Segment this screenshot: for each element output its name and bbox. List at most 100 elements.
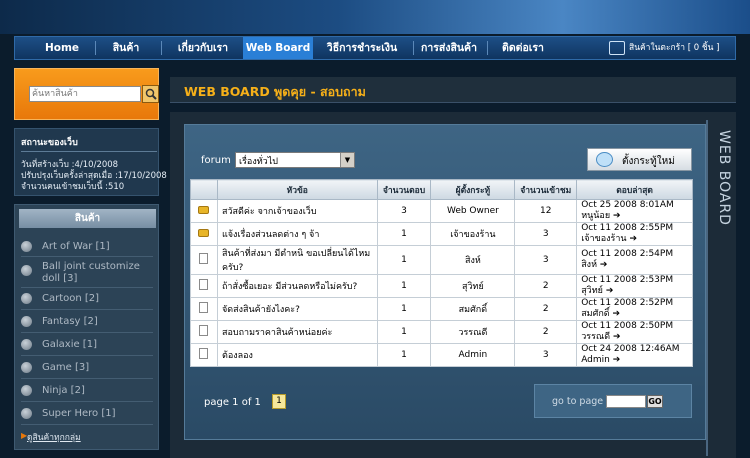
forum-label: forum :	[201, 155, 238, 166]
row-icon-cell	[190, 199, 218, 223]
nav-about[interactable]: เกี่ยวกับเรา	[167, 37, 239, 59]
last-reply-date: Oct 11 2008 2:52PM	[581, 298, 674, 308]
last-reply-user: วรรณดี	[581, 332, 611, 342]
new-topic-button[interactable]: ตั้งกระทู้ใหม่	[587, 148, 692, 171]
category-item[interactable]: Ninja [2]	[42, 385, 154, 397]
all-categories-link[interactable]: ดูสินค้าทุกกลุ่ม	[27, 430, 81, 444]
last-reply-date: Oct 11 2008 2:50PM	[581, 321, 674, 331]
cart-icon[interactable]	[609, 41, 625, 55]
bullet-icon	[21, 316, 32, 327]
bullet-icon	[21, 408, 32, 419]
goto-post-icon[interactable]: ➔	[613, 309, 621, 319]
reply-count: 1	[376, 320, 432, 344]
topic-link[interactable]: ต้องลอง	[216, 343, 378, 367]
icon-column-header	[190, 179, 218, 200]
row-icon-cell	[190, 245, 218, 275]
last-reply-user: เจ้าของร้าน	[581, 234, 627, 244]
goto-post-icon[interactable]: ➔	[600, 260, 608, 270]
category-item[interactable]: Galaxie [1]	[42, 339, 154, 351]
topic-link[interactable]: ถ้าสั่งซื้อเยอะ มีส่วนลดหรือไม่ครับ?	[216, 274, 378, 298]
nav-divider	[487, 41, 488, 55]
category-item[interactable]: Super Hero [1]	[42, 408, 154, 420]
speech-bubble-icon	[596, 152, 613, 167]
goto-post-icon[interactable]: ➔	[629, 234, 637, 244]
table-row[interactable]: สินค้าที่ส่งมา มีตำหนิ ขอเปลี่ยนได้ไหมคร…	[190, 245, 693, 275]
document-icon	[199, 325, 209, 336]
column-header: ผู้ตั้งกระทู้	[430, 179, 516, 200]
table-row[interactable]: สวัสดีค่ะ จากเจ้าของเว็บ 3 Web Owner 12 Oct …	[190, 199, 693, 223]
goto-page-input[interactable]	[606, 395, 646, 408]
table-row[interactable]: ถ้าสั่งซื้อเยอะ มีส่วนลดหรือไม่ครับ? 1 สุว…	[190, 274, 693, 298]
goto-post-icon[interactable]: ➔	[613, 332, 621, 342]
view-count: 3	[514, 222, 578, 246]
side-label: WEB BOARD	[716, 130, 732, 226]
goto-post-icon[interactable]: ➔	[613, 211, 621, 221]
bullet-icon	[21, 362, 32, 373]
topic-link[interactable]: แจ้งเรื่องส่วนลดต่าง ๆ จ้า	[216, 222, 378, 246]
header-banner	[0, 0, 750, 34]
divider	[21, 355, 153, 356]
cart-status[interactable]: สินค้าในตะกร้า [ 0 ชิ้น ]	[629, 37, 719, 59]
reply-count: 1	[376, 245, 432, 275]
bullet-icon	[21, 265, 32, 276]
nav-webboard[interactable]: Web Board	[243, 37, 313, 59]
topic-link[interactable]: สวัสดีค่ะ จากเจ้าของเว็บ	[216, 199, 378, 223]
divider	[21, 332, 153, 333]
category-item[interactable]: Ball joint customize doll [3]	[42, 261, 154, 285]
last-reply-user: สุวิทย์	[581, 286, 603, 296]
view-count: 2	[514, 274, 578, 298]
search-button[interactable]	[142, 85, 159, 103]
go-button[interactable]: GO	[647, 395, 663, 408]
table-row[interactable]: จัดส่งสินค้ายังไงคะ? 1 สมศักดิ์ 2 Oct 11 200…	[190, 297, 693, 321]
row-icon-cell	[190, 343, 218, 367]
author-name: วรรณดี	[430, 320, 516, 344]
category-item[interactable]: Art of War [1]	[42, 241, 154, 253]
column-header: จำนวนตอบ	[376, 179, 432, 200]
divider	[21, 287, 153, 288]
divider	[21, 401, 153, 402]
last-reply-date: Oct 11 2008 2:55PM	[581, 223, 674, 233]
column-header: จำนวนเข้าชม	[514, 179, 578, 200]
bullet-icon	[21, 385, 32, 396]
last-reply-cell: Oct 11 2008 2:55PM เจ้าของร้าน ➔	[576, 222, 693, 246]
table-row[interactable]: สอบถามราคาสินค้าหน่อยค่ะ 1 วรรณดี 2 Oct 11 2…	[190, 320, 693, 344]
topic-link[interactable]: สินค้าที่ส่งมา มีตำหนิ ขอเปลี่ยนได้ไหมคร…	[216, 245, 378, 275]
author-name: สุวิทย์	[430, 274, 516, 298]
topic-link[interactable]: สอบถามราคาสินค้าหน่อยค่ะ	[216, 320, 378, 344]
view-count: 3	[514, 245, 578, 275]
nav-products[interactable]: สินค้า	[101, 37, 151, 59]
nav-divider	[413, 41, 414, 55]
bullet-icon	[21, 339, 32, 350]
table-row[interactable]: แจ้งเรื่องส่วนลดต่าง ๆ จ้า 1 เจ้าของร้าน 3 O…	[190, 222, 693, 246]
table-row[interactable]: ต้องลอง 1 Admin 3 Oct 24 2008 12:46AM Admin ➔	[190, 343, 693, 367]
search-input[interactable]	[29, 86, 141, 102]
row-icon-cell	[190, 297, 218, 321]
reply-count: 3	[376, 199, 432, 223]
chevron-down-icon[interactable]: ▼	[340, 153, 354, 167]
category-item[interactable]: Game [3]	[42, 362, 154, 374]
nav-shipping[interactable]: การส่งสินค้า	[417, 37, 481, 59]
nav-contact[interactable]: ติดต่อเรา	[493, 37, 553, 59]
last-reply-user: สมศักดิ์	[581, 309, 610, 319]
column-header: หัวข้อ	[216, 179, 378, 200]
topic-link[interactable]: จัดส่งสินค้ายังไงคะ?	[216, 297, 378, 321]
forum-select[interactable]: เรื่องทั่วไป ▼	[235, 152, 355, 168]
row-icon-cell	[190, 274, 218, 298]
view-count: 3	[514, 343, 578, 367]
document-icon	[199, 302, 209, 313]
nav-home[interactable]: Home	[37, 37, 87, 59]
last-reply-cell: Oct 24 2008 12:46AM Admin ➔	[576, 343, 693, 367]
category-item[interactable]: Fantasy [2]	[42, 316, 154, 328]
nav-payment[interactable]: วิธีการชำระเงิน	[317, 37, 407, 59]
divider	[21, 424, 153, 425]
divider	[21, 256, 153, 257]
last-reply-date: Oct 24 2008 12:46AM	[581, 344, 680, 354]
page-number-button[interactable]: 1	[272, 394, 286, 409]
goto-post-icon[interactable]: ➔	[613, 355, 621, 365]
goto-post-icon[interactable]: ➔	[606, 286, 614, 296]
reply-count: 1	[376, 274, 432, 298]
new-topic-label: ตั้งกระทู้ใหม่	[622, 156, 675, 167]
row-icon-cell	[190, 222, 218, 246]
category-item[interactable]: Cartoon [2]	[42, 293, 154, 305]
page-title: WEB BOARD พูดคุย - สอบถาม	[184, 84, 366, 99]
